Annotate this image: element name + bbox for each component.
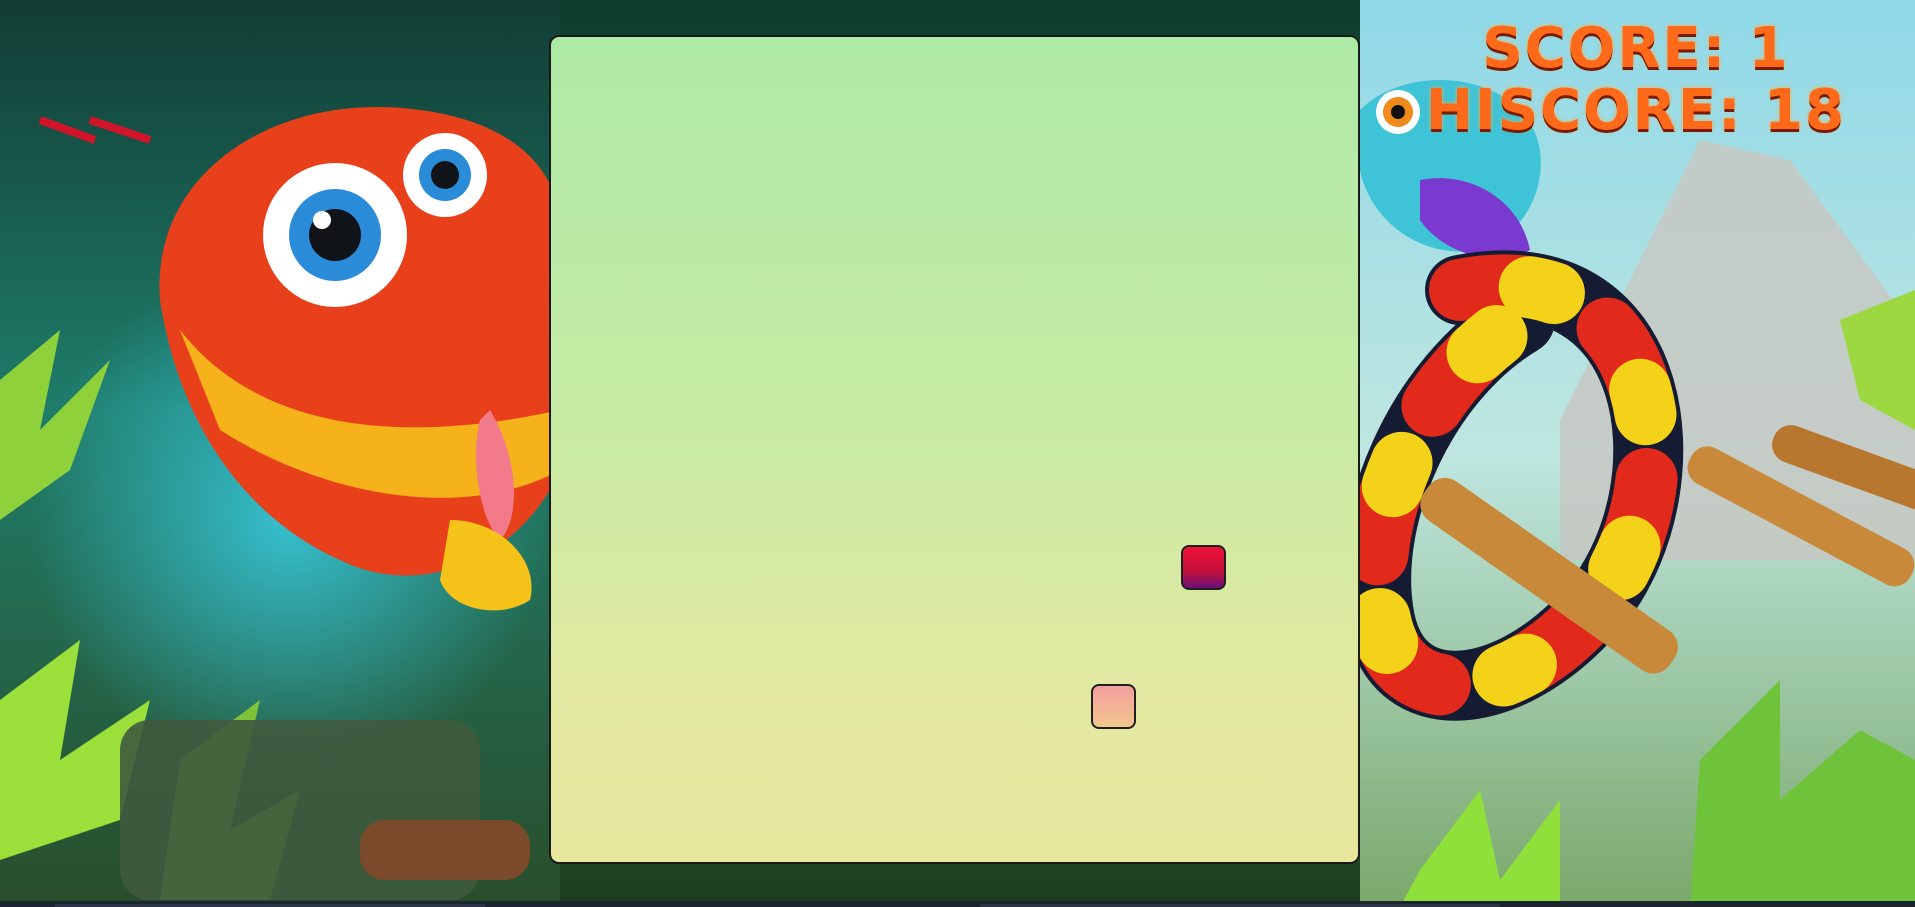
hiscore-label: HISCORE:	[1426, 78, 1743, 143]
hiscore-display: HISCORE: 18	[1421, 80, 1851, 142]
hiscore-value: 18	[1764, 78, 1846, 143]
score-display: SCORE: 1	[1421, 18, 1851, 80]
scoreboard: SCORE: 1 HISCORE: 18	[1421, 18, 1851, 142]
game-screen: SCORE: 1 HISCORE: 18	[0, 0, 1915, 907]
score-value: 1	[1748, 16, 1790, 81]
game-board[interactable]	[549, 35, 1360, 864]
score-label: SCORE:	[1482, 16, 1728, 81]
bottom-strip	[0, 901, 1915, 907]
food-cell-icon	[1181, 545, 1226, 590]
snake-head-icon	[1091, 684, 1136, 729]
